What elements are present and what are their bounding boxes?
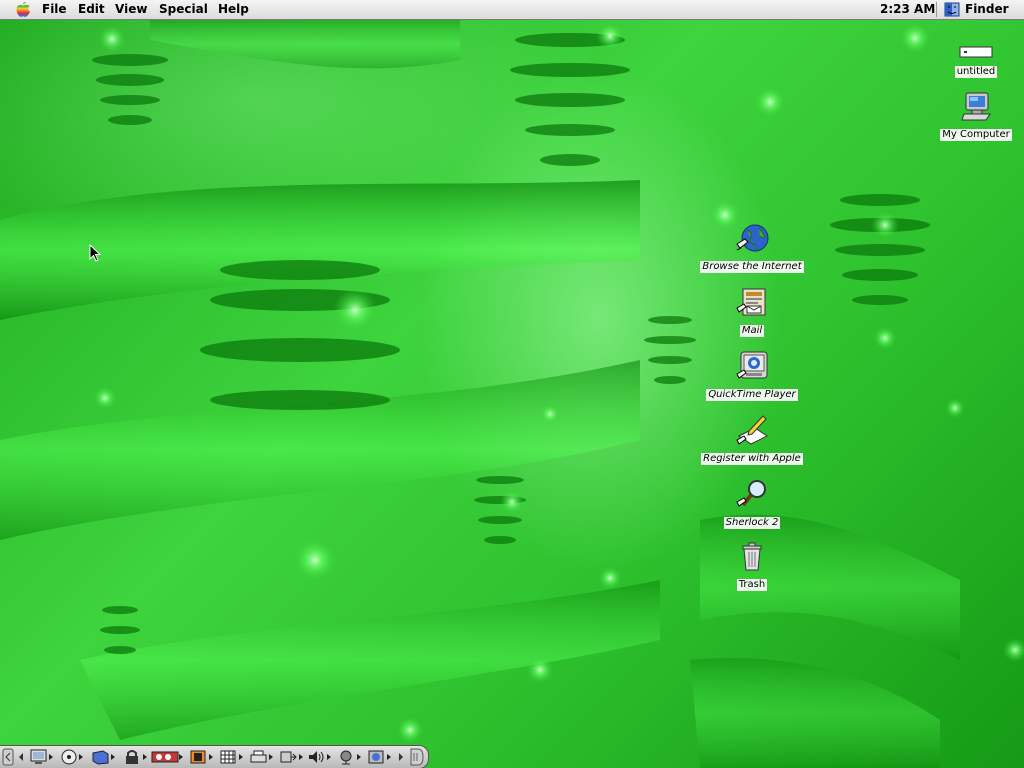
- quicktime-player[interactable]: QuickTime Player: [704, 350, 800, 401]
- menu-clock[interactable]: 2:23 AM: [880, 2, 935, 16]
- sherlock-magnifier-icon: [736, 480, 766, 507]
- scroll-left-arrow-icon[interactable]: [16, 748, 26, 766]
- energy-settings-icon[interactable]: [188, 748, 216, 766]
- appletalk-icon[interactable]: [90, 748, 118, 766]
- desktop-wallpaper: [0, 20, 1024, 768]
- file-sharing-lock-icon[interactable]: [122, 748, 150, 766]
- my-computer-label: My Computer: [940, 129, 1012, 141]
- finder-icon[interactable]: [944, 2, 960, 17]
- quicktime-icon: [736, 351, 768, 379]
- remote-access-icon[interactable]: [278, 748, 306, 766]
- browse-internet-label: Browse the Internet: [700, 261, 804, 273]
- untitled-disk[interactable]: untitled: [950, 45, 1002, 78]
- globe-icon: [736, 224, 769, 252]
- register-label: Register with Apple: [701, 453, 803, 465]
- register-pen-icon: [736, 415, 768, 445]
- browse-the-internet[interactable]: Browse the Internet: [700, 222, 804, 273]
- printer-icon[interactable]: [248, 748, 276, 766]
- mouse-cursor-icon: [89, 244, 101, 262]
- scroll-right-arrow-icon[interactable]: [396, 748, 406, 766]
- mail-label: Mail: [739, 325, 765, 337]
- trash-label: Trash: [736, 579, 768, 591]
- control-strip: [0, 745, 429, 768]
- web-sharing-icon[interactable]: [366, 748, 394, 766]
- menu-bar: File Edit View Special Help 2:23 AM Find…: [0, 0, 1024, 20]
- cd-player-icon[interactable]: [58, 748, 86, 766]
- sherlock-label: Sherlock 2: [723, 517, 781, 529]
- apple-menu-icon[interactable]: [14, 1, 32, 18]
- trash[interactable]: Trash: [726, 540, 778, 591]
- quicktime-label: QuickTime Player: [706, 389, 798, 401]
- speaker-volume-icon[interactable]: [306, 748, 334, 766]
- sherlock-2[interactable]: Sherlock 2: [718, 478, 786, 529]
- disk-icon: [959, 46, 993, 58]
- register-with-apple[interactable]: Register with Apple: [700, 414, 804, 465]
- trash-icon: [742, 542, 762, 571]
- control-strip-collapse-tab[interactable]: [2, 748, 14, 766]
- mail-icon: [736, 288, 766, 316]
- desktop[interactable]: untitled My Computer Browse the Internet: [0, 20, 1024, 768]
- monitor-bit-depth-icon[interactable]: [28, 748, 56, 766]
- file-menu[interactable]: File: [42, 2, 67, 16]
- computer-icon: [961, 92, 991, 121]
- control-strip-end-tab[interactable]: [410, 748, 424, 766]
- untitled-label: untitled: [954, 66, 998, 78]
- microphone-icon[interactable]: [336, 748, 364, 766]
- help-menu[interactable]: Help: [218, 2, 249, 16]
- my-computer[interactable]: My Computer: [938, 90, 1014, 141]
- keychain-icon[interactable]: [150, 748, 186, 766]
- view-menu[interactable]: View: [115, 2, 147, 16]
- location-manager-icon[interactable]: [218, 748, 246, 766]
- application-menu[interactable]: Finder: [965, 2, 1009, 16]
- menu-separator: [936, 2, 937, 17]
- special-menu[interactable]: Special: [159, 2, 208, 16]
- edit-menu[interactable]: Edit: [78, 2, 105, 16]
- mail[interactable]: Mail: [722, 286, 782, 337]
